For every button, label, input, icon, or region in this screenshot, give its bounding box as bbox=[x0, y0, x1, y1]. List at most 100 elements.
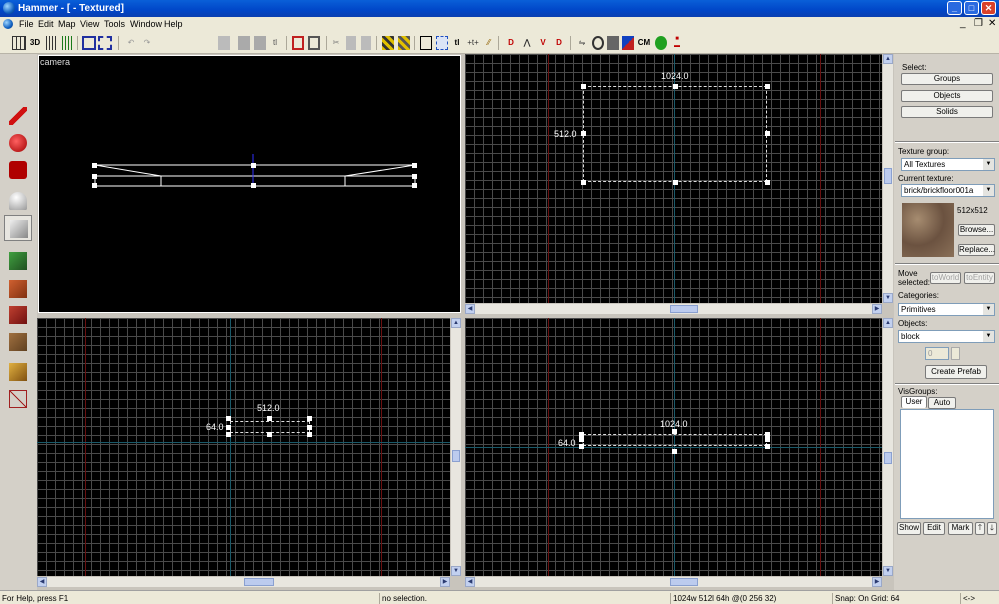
flip-x-icon[interactable]: D bbox=[504, 36, 518, 50]
menu-help[interactable]: Help bbox=[164, 19, 183, 29]
replace-button[interactable]: Replace... bbox=[958, 244, 995, 256]
sphere-icon[interactable] bbox=[592, 36, 604, 50]
camera-tool[interactable] bbox=[4, 157, 32, 183]
texture-size: 512x512 bbox=[957, 206, 988, 215]
decal-tool[interactable] bbox=[4, 302, 32, 328]
redo-icon[interactable]: ↷ bbox=[141, 36, 153, 50]
camera-viewport[interactable]: camera bbox=[38, 55, 461, 313]
magnify-tool[interactable] bbox=[4, 130, 32, 156]
front-view-hscroll[interactable]: ◀ ▶ bbox=[37, 576, 450, 587]
copy-icon[interactable] bbox=[346, 36, 356, 50]
sides-spinner[interactable] bbox=[951, 347, 960, 360]
front-2d-viewport[interactable]: 512.0 64.0 bbox=[37, 318, 450, 576]
menu-window[interactable]: Window bbox=[130, 19, 162, 29]
decal-icon bbox=[9, 306, 27, 324]
undo-icon[interactable]: ↶ bbox=[125, 36, 137, 50]
to-entity-button[interactable]: toEntity bbox=[964, 272, 995, 284]
current-texture-select[interactable]: brick/brickfloor001a ▼ bbox=[901, 184, 995, 197]
maximize-button[interactable]: □ bbox=[964, 1, 979, 15]
select-by-handles-icon[interactable] bbox=[436, 36, 448, 50]
browse-button[interactable]: Browse... bbox=[958, 224, 995, 236]
menu-edit[interactable]: Edit bbox=[38, 19, 54, 29]
toggle-models-icon[interactable] bbox=[398, 36, 410, 50]
smaller-grid-icon[interactable] bbox=[44, 36, 56, 50]
3d-grid-icon[interactable]: 3D bbox=[28, 36, 42, 50]
menu-map[interactable]: Map bbox=[58, 19, 76, 29]
overlay-tool[interactable] bbox=[4, 359, 32, 385]
tab-auto[interactable]: Auto bbox=[928, 397, 956, 409]
visgroups-list[interactable] bbox=[900, 409, 994, 519]
minimize-button[interactable]: _ bbox=[947, 1, 962, 15]
selection-tool[interactable] bbox=[4, 103, 32, 129]
grid-toggle-icon[interactable] bbox=[12, 36, 26, 50]
categories-value: Primitives bbox=[901, 305, 936, 314]
toggle-helpers-icon[interactable] bbox=[382, 36, 394, 50]
align-icon[interactable]: D bbox=[552, 36, 566, 50]
split-icon[interactable]: ⇋ bbox=[576, 36, 588, 50]
cube-icon[interactable] bbox=[607, 36, 619, 50]
texture-group-select[interactable]: All Textures ▼ bbox=[901, 158, 995, 171]
carve-icon[interactable] bbox=[218, 36, 230, 50]
mdi-close-button[interactable]: ✕ bbox=[988, 18, 996, 29]
menu-view[interactable]: View bbox=[80, 19, 99, 29]
side-view-vscroll[interactable]: ▲ ▼ bbox=[882, 318, 893, 576]
mdi-restore-button[interactable]: ❐ bbox=[974, 18, 983, 29]
mdi-minimize-button[interactable]: _ bbox=[960, 18, 966, 29]
create-prefab-button[interactable]: Create Prefab bbox=[925, 365, 987, 379]
selection-box-side[interactable] bbox=[583, 434, 767, 446]
texture-preview bbox=[902, 203, 954, 257]
front-view-vscroll[interactable]: ▲ ▼ bbox=[450, 318, 461, 576]
edit-button[interactable]: Edit bbox=[923, 522, 945, 535]
show-button[interactable]: Show bbox=[897, 522, 921, 535]
texture-scale-lock-icon[interactable] bbox=[308, 36, 320, 50]
objects-select[interactable]: block ▼ bbox=[898, 330, 995, 343]
menu-tools[interactable]: Tools bbox=[104, 19, 125, 29]
ungroup-icon[interactable] bbox=[98, 36, 112, 50]
auto-select-icon[interactable]: +t+ bbox=[466, 36, 480, 50]
selection-box-top[interactable] bbox=[583, 86, 767, 182]
move-up-button[interactable]: 🡑 bbox=[975, 522, 985, 535]
vertex-icon[interactable]: ⁄⁄ bbox=[484, 36, 494, 50]
side-2d-viewport[interactable]: 1024.0 64.0 bbox=[465, 318, 882, 576]
texture-tool[interactable] bbox=[4, 248, 32, 274]
sides-input[interactable]: 0 bbox=[925, 347, 949, 360]
top-2d-viewport[interactable]: 1024.0 512.0 bbox=[465, 54, 882, 303]
entity-tool[interactable] bbox=[4, 188, 32, 214]
side-view-hscroll[interactable]: ◀ ▶ bbox=[465, 576, 882, 587]
carve-solid-icon[interactable] bbox=[622, 36, 634, 50]
run-map-icon[interactable]: ■ ▬ bbox=[670, 36, 684, 50]
document-icon[interactable] bbox=[3, 19, 13, 29]
clipping-tool[interactable] bbox=[4, 329, 32, 355]
select-text-icon[interactable]: tl bbox=[452, 36, 462, 50]
larger-grid-icon[interactable] bbox=[60, 36, 72, 50]
pointer-icon bbox=[9, 107, 27, 125]
solids-button[interactable]: Solids bbox=[901, 106, 993, 118]
hollow-icon[interactable] bbox=[238, 36, 250, 50]
visgroups-label: VisGroups: bbox=[898, 387, 938, 396]
objects-button[interactable]: Objects bbox=[901, 90, 993, 102]
flip-y-icon[interactable]: ⋀ bbox=[520, 36, 534, 50]
leaf-icon[interactable] bbox=[655, 36, 667, 50]
move-down-button[interactable]: 🡓 bbox=[987, 522, 997, 535]
paste-icon[interactable] bbox=[361, 36, 371, 50]
top-view-vscroll[interactable]: ▲ ▼ bbox=[882, 54, 893, 303]
select-tool-icon[interactable] bbox=[420, 36, 432, 50]
vertex-tool[interactable] bbox=[4, 386, 32, 412]
menu-file[interactable]: File bbox=[19, 19, 34, 29]
groups-button[interactable]: Groups bbox=[901, 73, 993, 85]
cut-icon[interactable]: ✂ bbox=[331, 36, 341, 50]
apply-texture-tool[interactable] bbox=[4, 276, 32, 302]
texture-lock-icon[interactable] bbox=[292, 36, 304, 50]
flip-z-icon[interactable]: V bbox=[536, 36, 550, 50]
categories-select[interactable]: Primitives ▼ bbox=[898, 303, 995, 316]
cordon-mode-icon[interactable]: CM bbox=[637, 36, 651, 50]
close-button[interactable]: ✕ bbox=[981, 1, 996, 15]
top-view-hscroll[interactable]: ◀ ▶ bbox=[465, 303, 882, 314]
to-world-button[interactable]: toWorld bbox=[930, 272, 961, 284]
tie-to-entity-icon[interactable] bbox=[254, 36, 266, 50]
group-icon[interactable] bbox=[82, 36, 96, 50]
mark-button[interactable]: Mark bbox=[948, 522, 973, 535]
block-tool[interactable] bbox=[4, 215, 32, 241]
ignore-groups-icon[interactable]: tl bbox=[270, 36, 280, 50]
tab-user[interactable]: User bbox=[901, 396, 927, 408]
